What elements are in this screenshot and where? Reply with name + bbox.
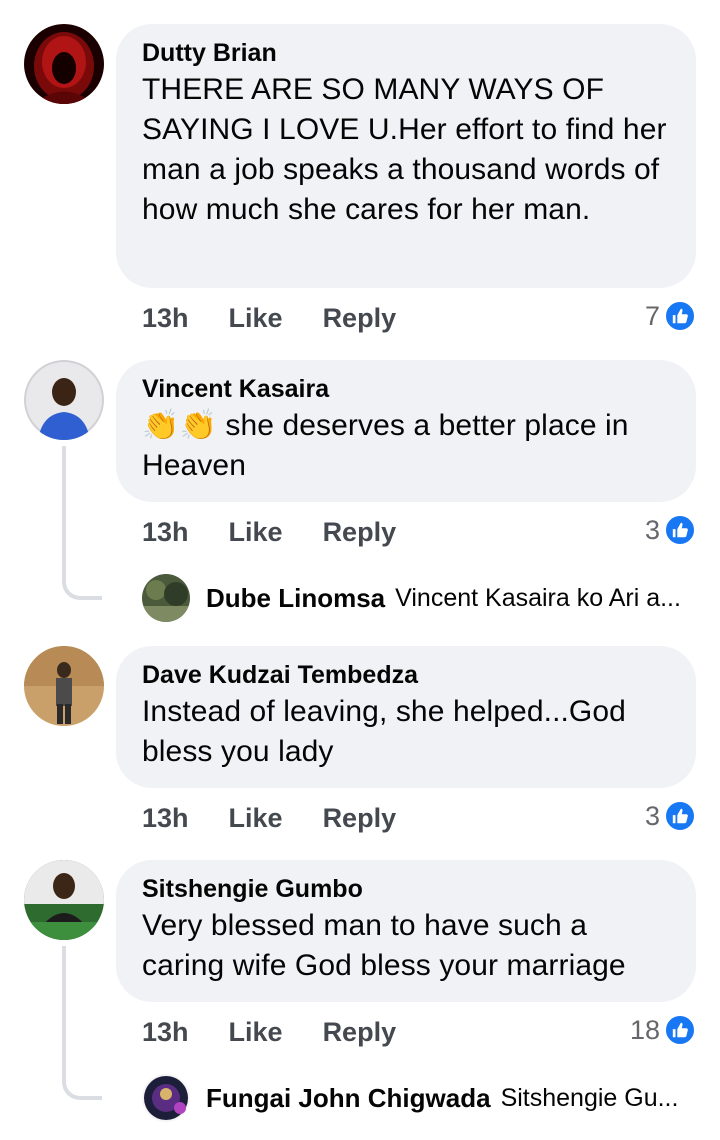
- comment-actions: 13h Like Reply: [142, 800, 396, 836]
- reply-snippet: Vincent Kasaira ko Ari a...: [395, 583, 681, 612]
- comment-timestamp[interactable]: 13h: [142, 1017, 189, 1048]
- like-button[interactable]: Like: [229, 803, 283, 834]
- reply-button[interactable]: Reply: [323, 803, 397, 834]
- thread-connector: [62, 946, 102, 1100]
- thumbs-up-icon: [664, 800, 696, 832]
- reaction-count[interactable]: 7: [645, 298, 696, 334]
- comment-author[interactable]: Vincent Kasaira: [142, 374, 670, 404]
- comment-bubble: Dutty Brian THERE ARE SO MANY WAYS OF SA…: [116, 24, 696, 288]
- reply-preview[interactable]: Fungai John Chigwada Sitshengie Gu...: [142, 1074, 678, 1122]
- comment-actions: 13h Like Reply: [142, 300, 396, 336]
- comment-bubble: Sitshengie Gumbo Very blessed man to hav…: [116, 860, 696, 1002]
- like-button[interactable]: Like: [229, 1017, 283, 1048]
- comment-text: THERE ARE SO MANY WAYS OF SAYING I LOVE …: [142, 73, 667, 226]
- like-count: 7: [644, 300, 660, 331]
- reply-author[interactable]: Fungai John Chigwada: [206, 1083, 491, 1114]
- comment-text-wrapper: 👏👏 she deserves a better place in Heaven: [142, 406, 670, 486]
- comment-text: Very blessed man to have such a caring w…: [142, 909, 626, 982]
- clapping-hands-emoji: 👏👏: [142, 409, 217, 442]
- reply-author[interactable]: Dube Linomsa: [206, 583, 385, 614]
- thread-connector: [62, 446, 102, 600]
- like-count: 3: [644, 800, 660, 831]
- like-button[interactable]: Like: [229, 303, 283, 334]
- avatar[interactable]: [24, 360, 104, 440]
- comment-author[interactable]: Dutty Brian: [142, 38, 670, 68]
- reaction-count[interactable]: 3: [645, 512, 696, 548]
- avatar[interactable]: [24, 24, 104, 104]
- reaction-count[interactable]: 3: [645, 798, 696, 834]
- reply-button[interactable]: Reply: [323, 303, 397, 334]
- comment-bubble: Vincent Kasaira 👏👏 she deserves a better…: [116, 360, 696, 502]
- like-count: 3: [644, 514, 660, 545]
- comment-timestamp[interactable]: 13h: [142, 517, 189, 548]
- comment-author[interactable]: Dave Kudzai Tembedza: [142, 660, 670, 690]
- thumbs-up-icon: [664, 514, 696, 546]
- avatar[interactable]: [142, 574, 190, 622]
- comment-text: Instead of leaving, she helped...God ble…: [142, 695, 626, 768]
- reaction-count[interactable]: 18: [630, 1012, 696, 1048]
- like-button[interactable]: Like: [229, 517, 283, 548]
- reply-button[interactable]: Reply: [323, 517, 397, 548]
- like-count: 18: [629, 1014, 660, 1045]
- reply-snippet: Sitshengie Gu...: [500, 1083, 679, 1112]
- thumbs-up-icon: [664, 300, 696, 332]
- avatar[interactable]: [24, 860, 104, 940]
- reply-button[interactable]: Reply: [323, 1017, 397, 1048]
- thumbs-up-icon: [664, 1014, 696, 1046]
- avatar[interactable]: [142, 1074, 190, 1122]
- reply-preview[interactable]: Dube Linomsa Vincent Kasaira ko Ari a...: [142, 574, 681, 622]
- comment-actions: 13h Like Reply: [142, 514, 396, 550]
- comment-actions: 13h Like Reply: [142, 1014, 396, 1050]
- comment-timestamp[interactable]: 13h: [142, 303, 189, 334]
- comment-author[interactable]: Sitshengie Gumbo: [142, 874, 670, 904]
- avatar[interactable]: [24, 646, 104, 726]
- comment-timestamp[interactable]: 13h: [142, 803, 189, 834]
- comment-bubble: Dave Kudzai Tembedza Instead of leaving,…: [116, 646, 696, 788]
